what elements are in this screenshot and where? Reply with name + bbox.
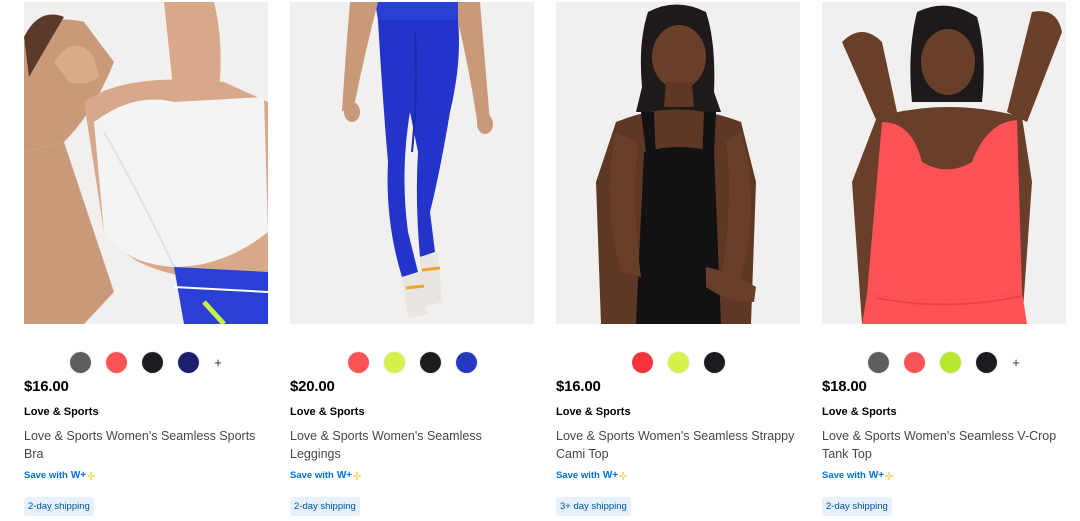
color-swatch[interactable] [142, 351, 163, 373]
brand-name: Love & Sports [556, 406, 631, 418]
product-title-link[interactable]: Love & Sports Women's Seamless Leggings [290, 427, 534, 463]
product-card[interactable]: $20.00 Love & Sports Love & Sports Women… [290, 0, 534, 521]
price: $20.00 [290, 378, 335, 395]
product-title-link[interactable]: Love & Sports Women's Seamless V-Crop Ta… [822, 427, 1066, 463]
brand-name: Love & Sports [290, 406, 365, 418]
save-with-walmart-plus[interactable]: Save with W+ [290, 470, 362, 481]
spark-icon [619, 471, 628, 480]
color-swatch[interactable] [904, 351, 925, 373]
color-swatch[interactable] [70, 351, 91, 373]
product-grid: + $16.00 Love & Sports Love & Sports Wom… [0, 0, 1080, 521]
save-with-walmart-plus[interactable]: Save with W+ [24, 470, 96, 481]
more-colors-button[interactable]: + [214, 352, 222, 373]
spark-icon [885, 471, 894, 480]
walmart-plus-logo: W+ [602, 470, 628, 481]
brand-name: Love & Sports [24, 406, 99, 418]
walmart-plus-logo: W+ [70, 470, 96, 481]
shipping-badge: 3+ day shipping [556, 497, 631, 516]
price: $16.00 [556, 378, 601, 395]
color-swatch[interactable] [976, 351, 997, 373]
product-card[interactable]: $16.00 Love & Sports Love & Sports Women… [556, 0, 800, 521]
walmart-plus-logo: W+ [868, 470, 894, 481]
color-swatch[interactable] [667, 351, 689, 373]
color-swatch[interactable] [631, 351, 653, 373]
color-swatch[interactable] [455, 351, 477, 373]
save-label: Save with [556, 470, 600, 481]
walmart-plus-text: W+ [70, 470, 87, 481]
shipping-badge: 2-day shipping [290, 497, 360, 516]
save-with-walmart-plus[interactable]: Save with W+ [822, 470, 894, 481]
spark-icon [87, 471, 96, 480]
product-image[interactable] [556, 2, 800, 324]
save-label: Save with [24, 470, 68, 481]
product-card[interactable]: + $16.00 Love & Sports Love & Sports Wom… [24, 0, 268, 521]
spark-icon [353, 471, 362, 480]
product-image[interactable] [290, 2, 534, 324]
price: $16.00 [24, 378, 69, 395]
more-colors-button[interactable]: + [1012, 352, 1020, 373]
color-swatch[interactable] [106, 351, 127, 373]
color-swatches: + [24, 351, 268, 373]
color-swatch[interactable] [347, 351, 369, 373]
color-swatch[interactable] [868, 351, 889, 373]
product-image[interactable] [822, 2, 1066, 324]
save-label: Save with [290, 470, 334, 481]
color-swatches [556, 351, 800, 373]
walmart-plus-text: W+ [336, 470, 353, 481]
price: $18.00 [822, 378, 867, 395]
walmart-plus-text: W+ [602, 470, 619, 481]
color-swatch[interactable] [703, 351, 725, 373]
save-label: Save with [822, 470, 866, 481]
brand-name: Love & Sports [822, 406, 897, 418]
walmart-plus-text: W+ [868, 470, 885, 481]
shipping-badge: 2-day shipping [822, 497, 892, 516]
color-swatch[interactable] [940, 351, 961, 373]
product-title-link[interactable]: Love & Sports Women's Seamless Sports Br… [24, 427, 268, 463]
save-with-walmart-plus[interactable]: Save with W+ [556, 470, 628, 481]
walmart-plus-logo: W+ [336, 470, 362, 481]
color-swatches [290, 351, 534, 373]
color-swatches: + [822, 351, 1066, 373]
product-title-link[interactable]: Love & Sports Women's Seamless Strappy C… [556, 427, 800, 463]
color-swatch[interactable] [383, 351, 405, 373]
color-swatch[interactable] [419, 351, 441, 373]
product-card[interactable]: + $18.00 Love & Sports Love & Sports Wom… [822, 0, 1066, 521]
color-swatch[interactable] [178, 351, 199, 373]
shipping-badge: 2-day shipping [24, 497, 94, 516]
product-image[interactable] [24, 2, 268, 324]
